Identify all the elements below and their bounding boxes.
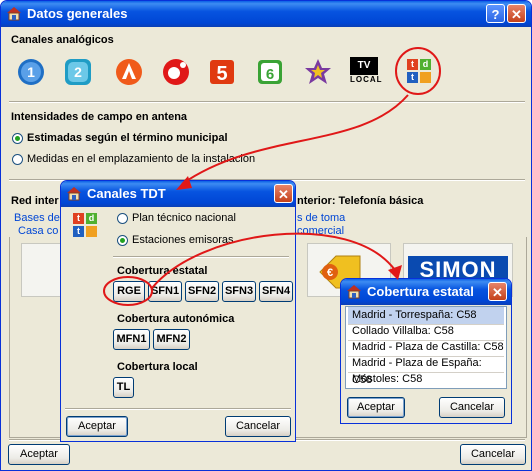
tdt-dialog: Canales TDT ✕ t d t Plan técnico naciona… xyxy=(60,180,296,442)
cobertura-autonomica-label: Cobertura autonómica xyxy=(117,313,235,325)
sfn3-button[interactable]: SFN3 xyxy=(222,281,256,302)
radio-estaciones[interactable] xyxy=(117,235,128,246)
estatal-title: Cobertura estatal xyxy=(367,284,474,299)
channel-la1-icon[interactable]: 1 xyxy=(16,57,46,87)
estatal-close-button[interactable]: ✕ xyxy=(488,282,507,301)
house-icon xyxy=(347,285,361,299)
separator-1 xyxy=(9,101,525,103)
channel-antena3-icon[interactable] xyxy=(114,57,144,87)
analog-channels-label: Canales analógicos xyxy=(11,34,114,46)
tdt-accept-button[interactable]: Aceptar xyxy=(66,416,128,437)
svg-text:1: 1 xyxy=(27,64,35,80)
channel-lasexta-icon[interactable]: 6 xyxy=(255,57,285,87)
main-cancel-button[interactable]: Cancelar xyxy=(460,444,526,465)
svg-text:5: 5 xyxy=(216,63,227,85)
channel-star-icon[interactable] xyxy=(303,57,333,87)
bases-tab[interactable]: Bases de xyxy=(14,212,60,224)
channel-cuatro-icon[interactable] xyxy=(161,57,191,87)
main-title: Datos generales xyxy=(27,6,128,21)
radio-plan-tecnico-label[interactable]: Plan técnico nacional xyxy=(132,212,236,224)
tdt-titlebar[interactable]: Canales TDT ✕ xyxy=(61,181,295,207)
tomas-tab[interactable]: s de toma xyxy=(297,212,345,224)
main-titlebar[interactable]: Datos generales ? ✕ xyxy=(1,1,531,27)
tdt-title: Canales TDT xyxy=(87,186,166,201)
cobertura-estatal-label: Cobertura estatal xyxy=(117,265,208,277)
tl-button[interactable]: TL xyxy=(113,377,134,398)
tvlocal-screen: TV xyxy=(350,57,378,75)
radio-medidas[interactable] xyxy=(12,154,23,165)
tvlocal-label: LOCAL xyxy=(350,75,383,84)
mfn1-button[interactable]: MFN1 xyxy=(113,329,150,350)
radio-estaciones-label[interactable]: Estaciones emisoras xyxy=(132,234,234,246)
red-interior-label: Red inter xyxy=(11,195,59,207)
tdt-logo-icon[interactable]: t d t xyxy=(406,58,434,86)
help-button[interactable]: ? xyxy=(486,4,505,23)
radio-medidas-label[interactable]: Medidas en el emplazamiento de la instal… xyxy=(27,153,255,165)
house-icon xyxy=(67,187,81,201)
channel-tvlocal-icon[interactable]: TV LOCAL xyxy=(350,57,383,87)
close-button[interactable]: ✕ xyxy=(507,4,526,23)
emisoras-list[interactable]: Madrid - Torrespaña: C58 Collado Villalb… xyxy=(345,306,507,389)
intensidades-label: Intensidades de campo en antena xyxy=(11,111,188,123)
radio-plan-tecnico[interactable] xyxy=(117,213,128,224)
cobertura-local-label: Cobertura local xyxy=(117,361,198,373)
svg-text:2: 2 xyxy=(74,64,82,80)
tdt-dialog-logo-icon: t d t xyxy=(72,212,100,240)
product-card-left[interactable] xyxy=(21,243,63,297)
radio-estimadas-label[interactable]: Estimadas según el término municipal xyxy=(27,132,228,144)
sfn4-button[interactable]: SFN4 xyxy=(259,281,293,302)
estatal-titlebar[interactable]: Cobertura estatal ✕ xyxy=(341,279,511,305)
list-item[interactable]: Móstoles: C58 xyxy=(348,371,504,388)
estatal-cancel-button[interactable]: Cancelar xyxy=(439,397,505,418)
main-accept-button[interactable]: Aceptar xyxy=(8,444,70,465)
comercial-tab[interactable]: comercial xyxy=(297,225,344,237)
tdt-close-button[interactable]: ✕ xyxy=(274,184,293,203)
channel-telecinco-icon[interactable]: 5 xyxy=(207,57,237,87)
tdt-separator-1 xyxy=(113,256,289,258)
telefonia-label: nterior: Telefonía básica xyxy=(297,195,424,207)
mfn2-button[interactable]: MFN2 xyxy=(153,329,190,350)
casa-tab[interactable]: Casa co xyxy=(18,225,58,237)
estatal-dialog: Cobertura estatal ✕ Madrid - Torrespaña:… xyxy=(340,278,512,424)
sfn1-button[interactable]: SFN1 xyxy=(148,281,182,302)
radio-estimadas[interactable] xyxy=(12,133,23,144)
svg-text:€: € xyxy=(327,267,333,279)
estatal-accept-button[interactable]: Aceptar xyxy=(347,397,405,418)
sfn2-button[interactable]: SFN2 xyxy=(185,281,219,302)
tdt-separator-2 xyxy=(65,408,291,410)
tdt-cancel-button[interactable]: Cancelar xyxy=(225,416,291,437)
channel-la2-icon[interactable]: 2 xyxy=(63,57,93,87)
rge-button[interactable]: RGE xyxy=(113,281,145,302)
house-icon xyxy=(7,7,21,21)
svg-text:6: 6 xyxy=(266,66,274,83)
